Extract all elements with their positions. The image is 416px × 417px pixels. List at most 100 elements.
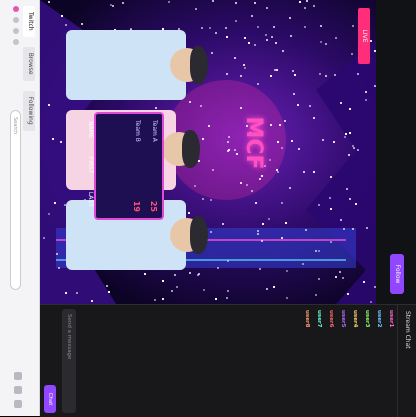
tab-browse[interactable]: Browse	[23, 46, 35, 81]
snow-dot	[251, 190, 253, 192]
snow-dot	[365, 91, 367, 93]
snow-dot	[344, 136, 346, 138]
snow-dot	[313, 171, 315, 173]
snow-dot	[286, 297, 288, 299]
score-value: 19	[132, 200, 141, 212]
avatar[interactable]	[14, 400, 22, 408]
snow-dot	[43, 237, 45, 239]
snow-dot	[357, 73, 359, 75]
snow-dot	[217, 267, 219, 269]
snow-dot	[235, 20, 237, 22]
chat-input[interactable]: Send a message	[62, 309, 76, 413]
snow-dot	[349, 108, 351, 110]
snow-dot	[340, 219, 342, 221]
snow-dot	[162, 298, 164, 300]
snow-dot	[374, 50, 376, 52]
snow-dot	[343, 228, 345, 230]
snow-dot	[315, 250, 317, 252]
tab-following[interactable]: Following	[23, 90, 35, 131]
snow-dot	[276, 69, 278, 71]
snow-dot	[315, 294, 317, 296]
chat-username[interactable]: user4	[352, 310, 358, 327]
chat-message: user1	[385, 305, 397, 417]
snow-dot	[268, 218, 270, 220]
chat-message: user8	[301, 305, 313, 417]
team-label: LAST	[87, 191, 94, 207]
snow-dot	[227, 260, 229, 262]
snow-dot	[56, 253, 58, 255]
refresh-icon[interactable]	[13, 39, 19, 45]
snow-dot	[259, 268, 261, 270]
snow-dot	[261, 240, 263, 242]
chat-send-button[interactable]: Chat	[44, 385, 56, 413]
snow-dot	[174, 274, 176, 276]
snow-dot	[48, 104, 50, 106]
screen: Twitch Browse Following Search Follow LI…	[0, 0, 416, 417]
snow-dot	[244, 67, 246, 69]
chat-panel: Stream Chat user1 user2 user3 user4 user5 use…	[40, 304, 416, 417]
snow-dot	[366, 227, 368, 229]
chat-list[interactable]: user1 user2 user3 user4 user5 user6 user7 user8	[301, 305, 397, 417]
snow-dot	[60, 141, 62, 143]
snow-dot	[273, 26, 275, 28]
search-input[interactable]: Search	[10, 110, 21, 290]
chat-username[interactable]: user2	[376, 310, 382, 327]
logo-icon[interactable]	[13, 6, 19, 12]
chat-message: user5	[337, 305, 349, 417]
snow-dot	[227, 290, 229, 292]
live-badge: LIVE	[358, 8, 370, 64]
snow-dot	[122, 2, 124, 4]
snow-dot	[291, 140, 293, 142]
back-icon[interactable]	[13, 17, 19, 23]
chat-message: user7	[313, 305, 325, 417]
score-team-name: Team A	[151, 120, 158, 142]
snow-dot	[61, 15, 63, 17]
snow-dot	[240, 75, 242, 77]
snow-dot	[243, 64, 245, 66]
snow-dot	[347, 293, 349, 295]
snow-dot	[154, 299, 156, 301]
snow-dot	[195, 8, 197, 10]
snow-dot	[330, 176, 332, 178]
snow-dot	[318, 250, 320, 252]
chat-username[interactable]: user3	[364, 310, 370, 327]
snow-dot	[281, 147, 283, 149]
snow-dot	[251, 15, 253, 17]
snow-dot	[318, 204, 320, 206]
score-team-name: Team B	[134, 120, 141, 142]
messages-icon[interactable]	[14, 386, 22, 394]
forward-icon[interactable]	[13, 28, 19, 34]
snow-dot	[281, 202, 283, 204]
chat-username[interactable]: user6	[328, 310, 334, 327]
snow-dot	[48, 1, 50, 3]
snow-dot	[282, 50, 284, 52]
app-header: Twitch Browse Following Search	[0, 0, 40, 416]
snow-dot	[309, 105, 311, 107]
stream-info-bar: Follow	[376, 0, 416, 304]
snow-dot	[329, 197, 331, 199]
show-logo: MCF	[241, 116, 266, 170]
snow-dot	[76, 292, 78, 294]
chat-username[interactable]: user5	[340, 310, 346, 327]
video-player[interactable]: LIVE MCF Team A 25 Team B 19 NAME FIRST …	[40, 0, 376, 304]
snow-dot	[212, 0, 214, 2]
snow-dot	[240, 182, 242, 184]
snow-dot	[265, 34, 267, 36]
chat-username[interactable]: user8	[304, 310, 310, 327]
snow-dot	[330, 208, 332, 210]
score-value: 25	[149, 200, 158, 212]
follow-button[interactable]: Follow	[390, 254, 404, 294]
snow-dot	[313, 117, 315, 119]
snow-dot	[65, 292, 67, 294]
snow-dot	[259, 178, 261, 180]
snow-dot	[275, 42, 277, 44]
chat-header: Stream Chat	[397, 305, 416, 417]
tab-home[interactable]: Twitch	[23, 6, 35, 37]
snow-dot	[189, 272, 191, 274]
snow-dot	[339, 271, 341, 273]
snow-dot	[370, 301, 372, 303]
chat-username[interactable]: user7	[316, 310, 322, 327]
chat-username[interactable]: user1	[388, 310, 394, 327]
notifications-icon[interactable]	[14, 372, 22, 380]
team-labels: NAME FIRST LAST	[87, 112, 94, 216]
